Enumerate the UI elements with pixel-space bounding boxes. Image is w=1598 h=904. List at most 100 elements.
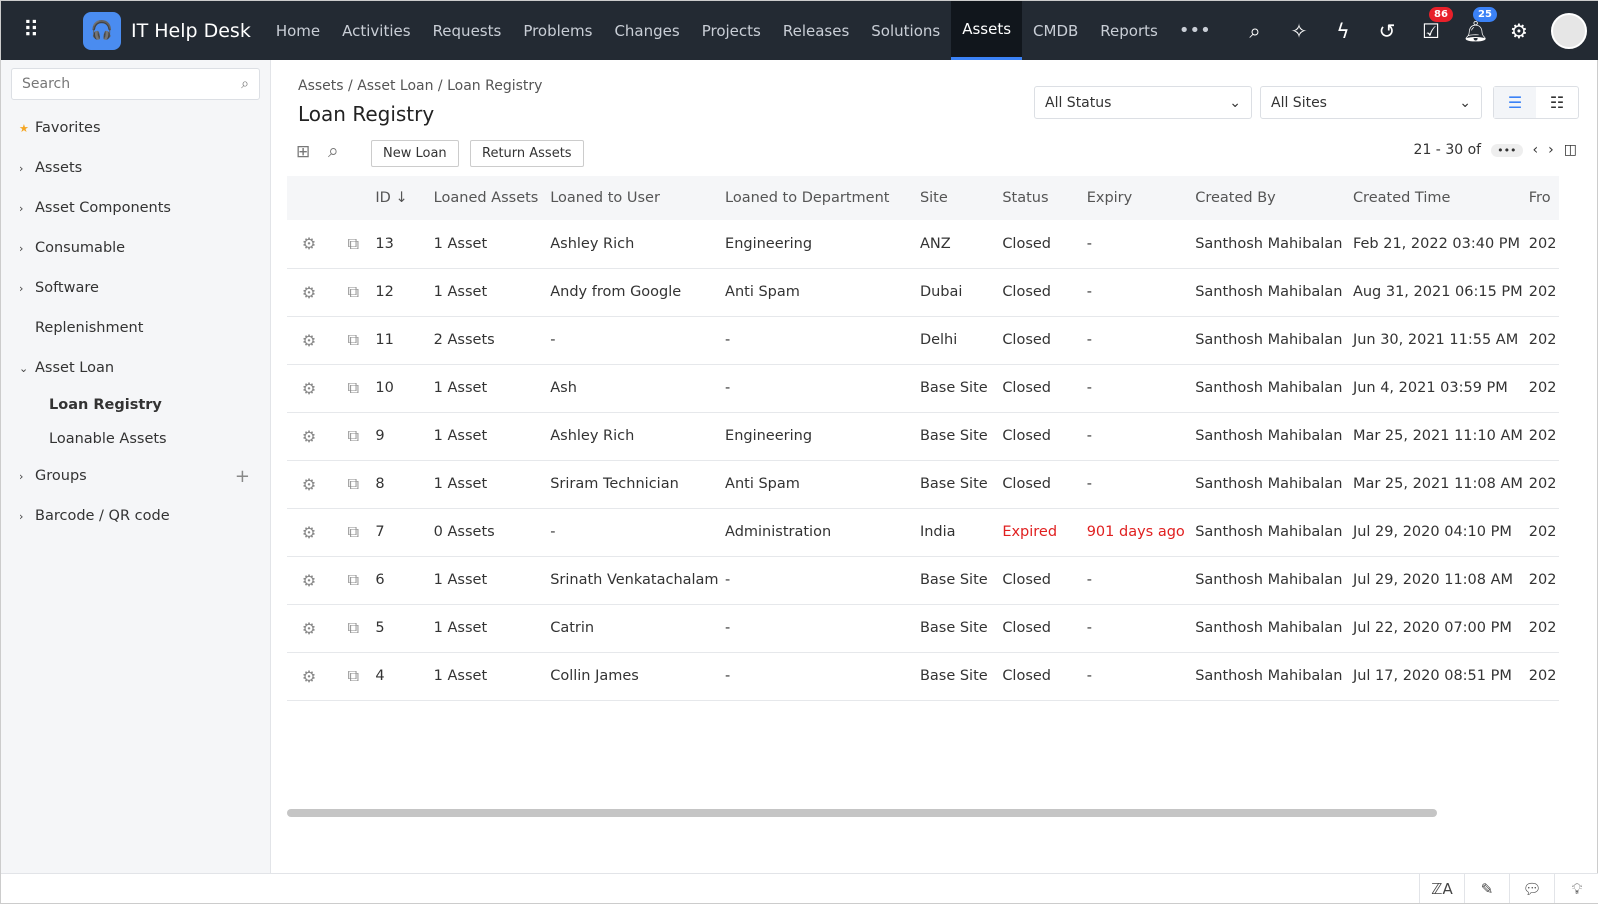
sidebar-item-barcode-qr-code[interactable]: › Barcode / QR code	[1, 496, 270, 536]
table-cell[interactable]: 12	[375, 268, 434, 317]
table-row[interactable]: ⚙ ⧉ 12 1 Asset Andy from Google Anti Spam Duba…	[287, 268, 1559, 317]
nav-tab-solutions[interactable]: Solutions	[860, 1, 951, 60]
prev-page-icon[interactable]: ‹	[1533, 142, 1539, 158]
list-view-icon[interactable]: ☰	[1494, 87, 1536, 118]
app-grid-icon[interactable]: ⠿	[23, 18, 63, 43]
settings-icon[interactable]: ⚙	[1507, 19, 1531, 43]
nav-tab-assets[interactable]: Assets	[951, 1, 1023, 60]
sidebar-item-asset-loan[interactable]: ⌄ Asset Loan	[1, 348, 270, 388]
chat-icon[interactable]: 💬︎	[1509, 874, 1554, 903]
notifications-icon[interactable]: 🔔︎ 25	[1463, 6, 1497, 43]
table-cell[interactable]: 6	[375, 556, 434, 605]
nav-tab-requests[interactable]: Requests	[422, 1, 513, 60]
avatar[interactable]	[1551, 12, 1587, 49]
return-assets-button[interactable]: Return Assets	[470, 140, 584, 167]
zia-icon[interactable]: ℤA	[1419, 874, 1464, 903]
approvals-icon[interactable]: ☑ 86	[1419, 6, 1453, 43]
notes-icon[interactable]: ✎	[1464, 874, 1509, 903]
row-settings-icon[interactable]: ⚙	[287, 652, 332, 701]
add-shortcut-icon[interactable]: ✧	[1287, 19, 1311, 43]
tips-icon[interactable]: 💡︎	[1554, 874, 1598, 903]
table-row[interactable]: ⚙ ⧉ 11 2 Assets - - Delhi Closed - Santhosh Mahib…	[287, 316, 1559, 365]
sidebar-item-favorites[interactable]: ★ Favorites	[1, 108, 270, 148]
sidebar-item-assets[interactable]: › Assets	[1, 148, 270, 188]
open-external-icon[interactable]: ⧉	[331, 508, 376, 557]
open-external-icon[interactable]: ⧉	[331, 460, 376, 509]
sidebar-item-loan-registry[interactable]: Loan Registry	[1, 388, 270, 422]
column-header[interactable]: Loaned Assets	[433, 176, 551, 220]
table-row[interactable]: ⚙ ⧉ 4 1 Asset Collin James - Base Site Closed - S…	[287, 652, 1559, 701]
table-cell[interactable]: 13	[375, 220, 434, 269]
open-external-icon[interactable]: ⧉	[331, 604, 376, 653]
row-settings-icon[interactable]: ⚙	[287, 604, 332, 653]
add-group-icon[interactable]: +	[235, 466, 250, 487]
open-external-icon[interactable]: ⧉	[331, 220, 376, 269]
sidebar-item-replenishment[interactable]: Replenishment	[1, 308, 270, 348]
table-row[interactable]: ⚙ ⧉ 13 1 Asset Ashley Rich Engineering ANZ Clos…	[287, 220, 1559, 269]
row-settings-icon[interactable]: ⚙	[287, 508, 332, 557]
history-icon[interactable]: ↺	[1375, 19, 1399, 43]
nav-tab-changes[interactable]: Changes	[603, 1, 690, 60]
nav-tab-releases[interactable]: Releases	[772, 1, 860, 60]
open-external-icon[interactable]: ⧉	[331, 268, 376, 317]
sidebar-item-loanable-assets[interactable]: Loanable Assets	[1, 422, 270, 456]
table-row[interactable]: ⚙ ⧉ 5 1 Asset Catrin - Base Site Closed - Santhos…	[287, 604, 1559, 653]
table-row[interactable]: ⚙ ⧉ 7 0 Assets - Administration India Expired 90…	[287, 508, 1559, 557]
table-cell[interactable]: 7	[375, 508, 434, 557]
status-filter-select[interactable]: All Status ⌄	[1034, 86, 1252, 119]
column-header[interactable]: ID ↓	[375, 176, 434, 220]
table-cell[interactable]: 4	[375, 652, 434, 701]
total-count-button[interactable]: •••	[1491, 143, 1523, 157]
nav-tab-cmdb[interactable]: CMDB	[1022, 1, 1089, 60]
table-row[interactable]: ⚙ ⧉ 6 1 Asset Srinath Venkatachalam - Base Sit…	[287, 556, 1559, 605]
table-row[interactable]: ⚙ ⧉ 9 1 Asset Ashley Rich Engineering Base Sit…	[287, 412, 1559, 461]
column-header[interactable]: Expiry	[1086, 176, 1196, 220]
sidebar-item-consumable[interactable]: › Consumable	[1, 228, 270, 268]
card-view-icon[interactable]: ☷	[1536, 87, 1578, 118]
open-external-icon[interactable]: ⧉	[331, 316, 376, 365]
table-cell[interactable]: 9	[375, 412, 434, 461]
open-external-icon[interactable]: ⧉	[331, 412, 376, 461]
column-header[interactable]: Loaned to User	[550, 176, 726, 220]
nav-tab-activities[interactable]: Activities	[331, 1, 421, 60]
open-external-icon[interactable]: ⧉	[331, 364, 376, 413]
sidebar-item-software[interactable]: › Software	[1, 268, 270, 308]
column-header[interactable]: Site	[919, 176, 1003, 220]
breadcrumb-assets[interactable]: Assets	[298, 78, 344, 94]
nav-tab-reports[interactable]: Reports	[1089, 1, 1169, 60]
sidebar-item-groups[interactable]: › Groups +	[1, 456, 270, 496]
column-header[interactable]: Loaned to Department	[725, 176, 920, 220]
row-settings-icon[interactable]: ⚙	[287, 364, 332, 413]
column-header[interactable]: Created By	[1195, 176, 1353, 220]
search-icon[interactable]: ⌕	[1243, 19, 1267, 43]
new-loan-button[interactable]: New Loan	[371, 140, 459, 167]
site-filter-select[interactable]: All Sites ⌄	[1260, 86, 1482, 119]
nav-tab-home[interactable]: Home	[265, 1, 331, 60]
nav-tab-projects[interactable]: Projects	[691, 1, 772, 60]
table-search-icon[interactable]: ⌕	[328, 140, 339, 162]
column-header[interactable]: Fro	[1528, 176, 1559, 220]
breadcrumb-asset-loan[interactable]: Asset Loan	[357, 78, 433, 94]
sidebar-item-asset-components[interactable]: › Asset Components	[1, 188, 270, 228]
row-settings-icon[interactable]: ⚙	[287, 460, 332, 509]
table-cell[interactable]: 11	[375, 316, 434, 365]
app-title[interactable]: IT Help Desk	[131, 20, 251, 42]
open-external-icon[interactable]: ⧉	[331, 652, 376, 701]
table-cell[interactable]: 10	[375, 364, 434, 413]
more-nav-icon[interactable]: •••	[1179, 20, 1211, 41]
row-settings-icon[interactable]: ⚙	[287, 412, 332, 461]
row-settings-icon[interactable]: ⚙	[287, 316, 332, 365]
row-settings-icon[interactable]: ⚙	[287, 268, 332, 317]
horizontal-scrollbar[interactable]	[287, 809, 1437, 817]
table-row[interactable]: ⚙ ⧉ 10 1 Asset Ash - Base Site Closed - Santhosh …	[287, 364, 1559, 413]
open-external-icon[interactable]: ⧉	[331, 556, 376, 605]
column-chooser-icon[interactable]: ◫	[1564, 142, 1577, 158]
sidebar-search-input[interactable]: Search ⌕	[11, 68, 260, 100]
column-header[interactable]: Created Time	[1352, 176, 1529, 220]
quick-actions-icon[interactable]: ϟ	[1331, 19, 1355, 43]
row-settings-icon[interactable]: ⚙	[287, 220, 332, 269]
row-settings-icon[interactable]: ⚙	[287, 556, 332, 605]
column-header[interactable]: Status	[1002, 176, 1087, 220]
table-row[interactable]: ⚙ ⧉ 8 1 Asset Sriram Technician Anti Spam Base…	[287, 460, 1559, 509]
table-settings-icon[interactable]: ⊞	[296, 142, 310, 162]
